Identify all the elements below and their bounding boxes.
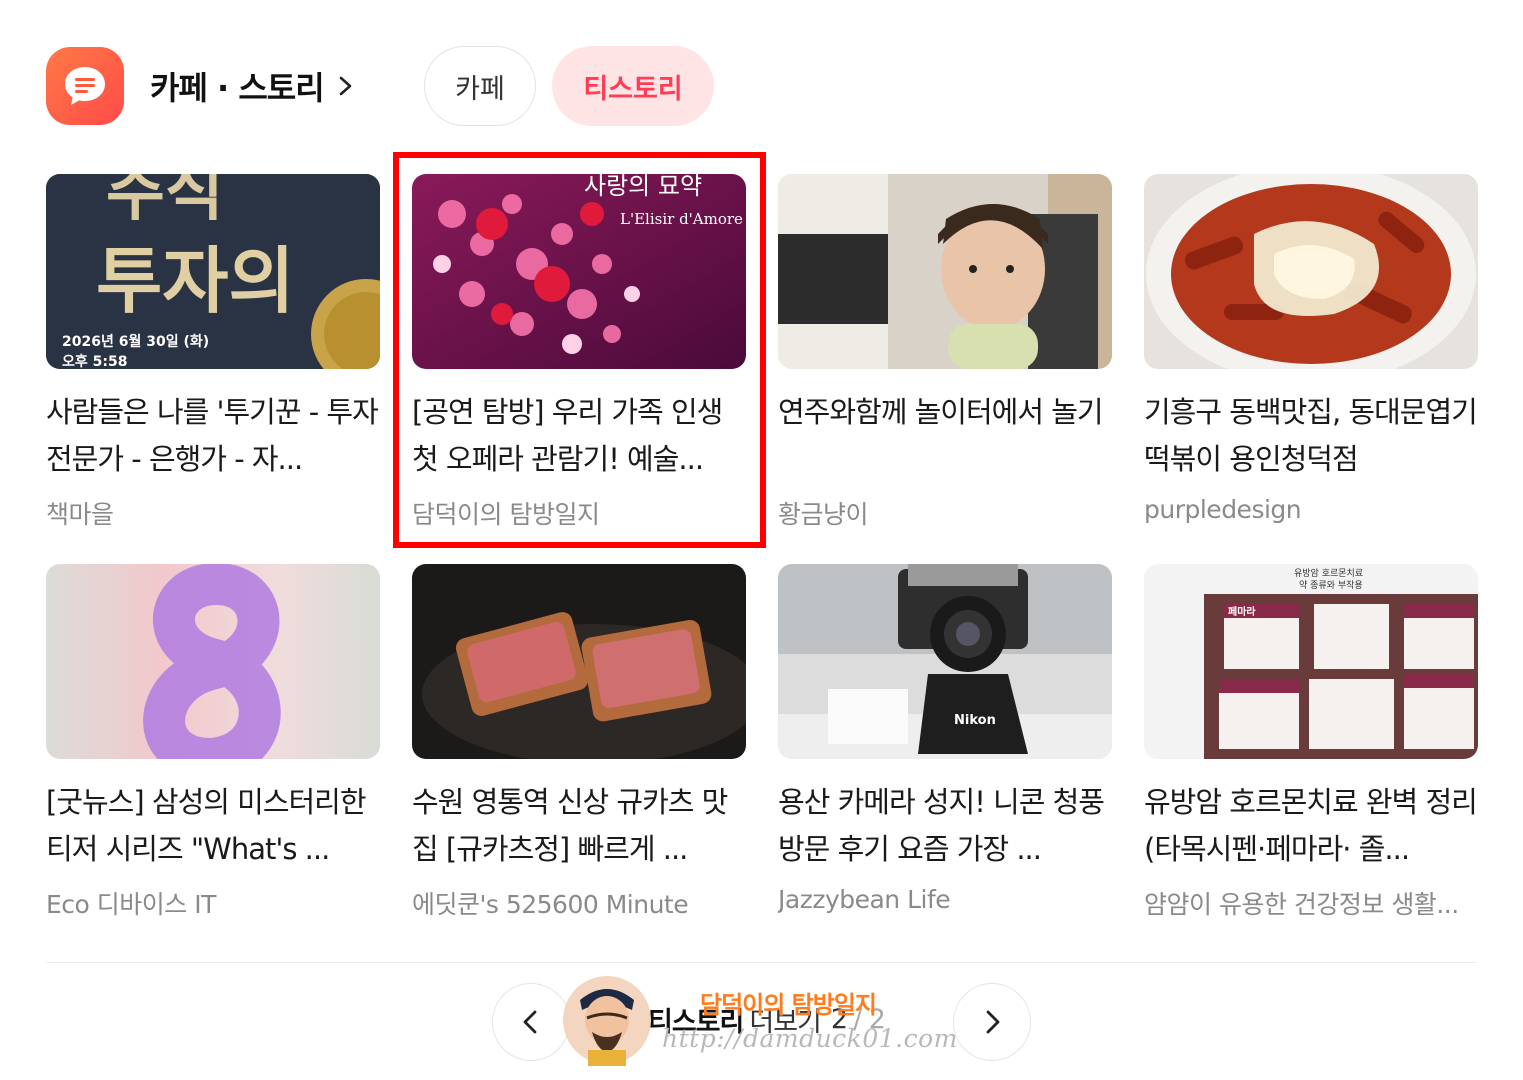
tab-tistory[interactable]: 티스토리 bbox=[552, 46, 714, 126]
chevron-left-icon bbox=[523, 1010, 537, 1034]
section-title-text: 카페 · 스토리 bbox=[150, 69, 325, 107]
chevron-right-icon bbox=[986, 1010, 1000, 1034]
story-source: 황금냥이 bbox=[778, 500, 869, 529]
stories-panel: 카페 · 스토리 카페 티스토리 주식 투자의 2026년 6월 30일 (화)… bbox=[0, 0, 1523, 1080]
story-source: 얌얌이 유용한 건강정보 생활... bbox=[1144, 890, 1459, 919]
story-title: 기흥구 동백맛집, 동대문엽기떡볶이 용인청덕점 bbox=[1144, 395, 1478, 476]
thumb-text: Nikon bbox=[954, 713, 996, 728]
thumb-date: 2026년 6월 30일 (화) bbox=[62, 333, 209, 350]
story-source: Eco 디바이스 IT bbox=[46, 890, 216, 919]
svg-text:주식: 주식 bbox=[106, 174, 224, 230]
thumb-text: 사랑의 묘약 bbox=[584, 174, 702, 200]
story-title: 연주와함께 놀이터에서 놀기 bbox=[778, 395, 1104, 429]
thumb-subtext: L'Elisir d'Amore bbox=[620, 210, 743, 228]
story-card[interactable]: 연주와함께 놀이터에서 놀기 황금냥이 bbox=[778, 174, 1112, 531]
story-card[interactable]: 수원 영통역 신상 규카츠 맛집 [규카츠정] 빠르게 ... 에딧쿤's 52… bbox=[412, 564, 746, 921]
story-card[interactable]: 주식 투자의 2026년 6월 30일 (화) 오후 5:58 사람들은 나를 … bbox=[46, 174, 380, 531]
story-title: 유방암 호르몬치료 완벽 정리 (타목시펜·페마라· 졸... bbox=[1144, 785, 1478, 866]
watermark-avatar bbox=[563, 976, 651, 1066]
thumb-text: 투자의 bbox=[96, 238, 295, 323]
next-page-button[interactable] bbox=[953, 983, 1031, 1061]
story-thumbnail bbox=[778, 174, 1112, 369]
story-thumbnail bbox=[46, 564, 380, 759]
section-header: 카페 · 스토리 bbox=[46, 46, 356, 126]
thumb-time: 오후 5:58 bbox=[62, 354, 127, 369]
story-title: [굿뉴스] 삼성의 미스터리한 티저 시리즈 "What's ... bbox=[46, 785, 367, 866]
story-card[interactable]: Nikon 용산 카메라 성지! 니콘 청풍 방문 후기 요즘 가장 ... J… bbox=[778, 564, 1112, 914]
watermark-title: 담덕이의 탐방일지 bbox=[700, 990, 877, 1019]
chat-bubble-icon bbox=[46, 47, 124, 125]
divider bbox=[46, 962, 1477, 963]
story-title: 사람들은 나를 '투기꾼 - 투자 전문가 - 은행가 - 자... bbox=[46, 395, 379, 476]
chevron-right-icon bbox=[339, 76, 351, 96]
story-thumbnail bbox=[1144, 174, 1478, 369]
section-title-link[interactable]: 카페 · 스토리 bbox=[150, 63, 356, 109]
prev-page-button[interactable] bbox=[492, 983, 570, 1061]
story-thumbnail: 사랑의 묘약 L'Elisir d'Amore bbox=[412, 174, 746, 369]
story-title: [공연 탐방] 우리 가족 인생 첫 오페라 관람기! 예술... bbox=[412, 395, 723, 476]
story-card[interactable]: [굿뉴스] 삼성의 미스터리한 티저 시리즈 "What's ... Eco 디… bbox=[46, 564, 380, 921]
thumb-label: 페마라 bbox=[1228, 605, 1256, 618]
source-tabs: 카페 티스토리 bbox=[424, 46, 714, 126]
story-title: 수원 영통역 신상 규카츠 맛집 [규카츠정] 빠르게 ... bbox=[412, 785, 728, 866]
thumb-text: 유방암 호르몬치료 bbox=[1294, 567, 1363, 579]
story-card[interactable]: 유방암 호르몬치료 약 종류와 부작용 페마라 유방암 호르몬치료 완벽 정리 … bbox=[1144, 564, 1478, 921]
story-thumbnail: 주식 투자의 2026년 6월 30일 (화) 오후 5:58 bbox=[46, 174, 380, 369]
story-source: 담덕이의 탐방일지 bbox=[412, 500, 600, 529]
thumb-subtext: 약 종류와 부작용 bbox=[1299, 579, 1363, 591]
story-source: Jazzybean Life bbox=[778, 885, 951, 914]
story-title: 용산 카메라 성지! 니콘 청풍 방문 후기 요즘 가장 ... bbox=[778, 785, 1105, 866]
story-source: 에딧쿤's 525600 Minute bbox=[412, 890, 689, 919]
story-source: purpledesign bbox=[1144, 495, 1302, 524]
story-card[interactable]: 기흥구 동백맛집, 동대문엽기떡볶이 용인청덕점 purpledesign bbox=[1144, 174, 1478, 524]
watermark-url: http://damduck01.com bbox=[662, 1024, 958, 1053]
tab-cafe[interactable]: 카페 bbox=[424, 46, 536, 126]
story-source: 책마을 bbox=[46, 500, 114, 529]
story-thumbnail: 유방암 호르몬치료 약 종류와 부작용 페마라 bbox=[1144, 564, 1478, 759]
story-thumbnail bbox=[412, 564, 746, 759]
story-card[interactable]: 사랑의 묘약 L'Elisir d'Amore [공연 탐방] 우리 가족 인생… bbox=[412, 174, 746, 531]
story-thumbnail: Nikon bbox=[778, 564, 1112, 759]
